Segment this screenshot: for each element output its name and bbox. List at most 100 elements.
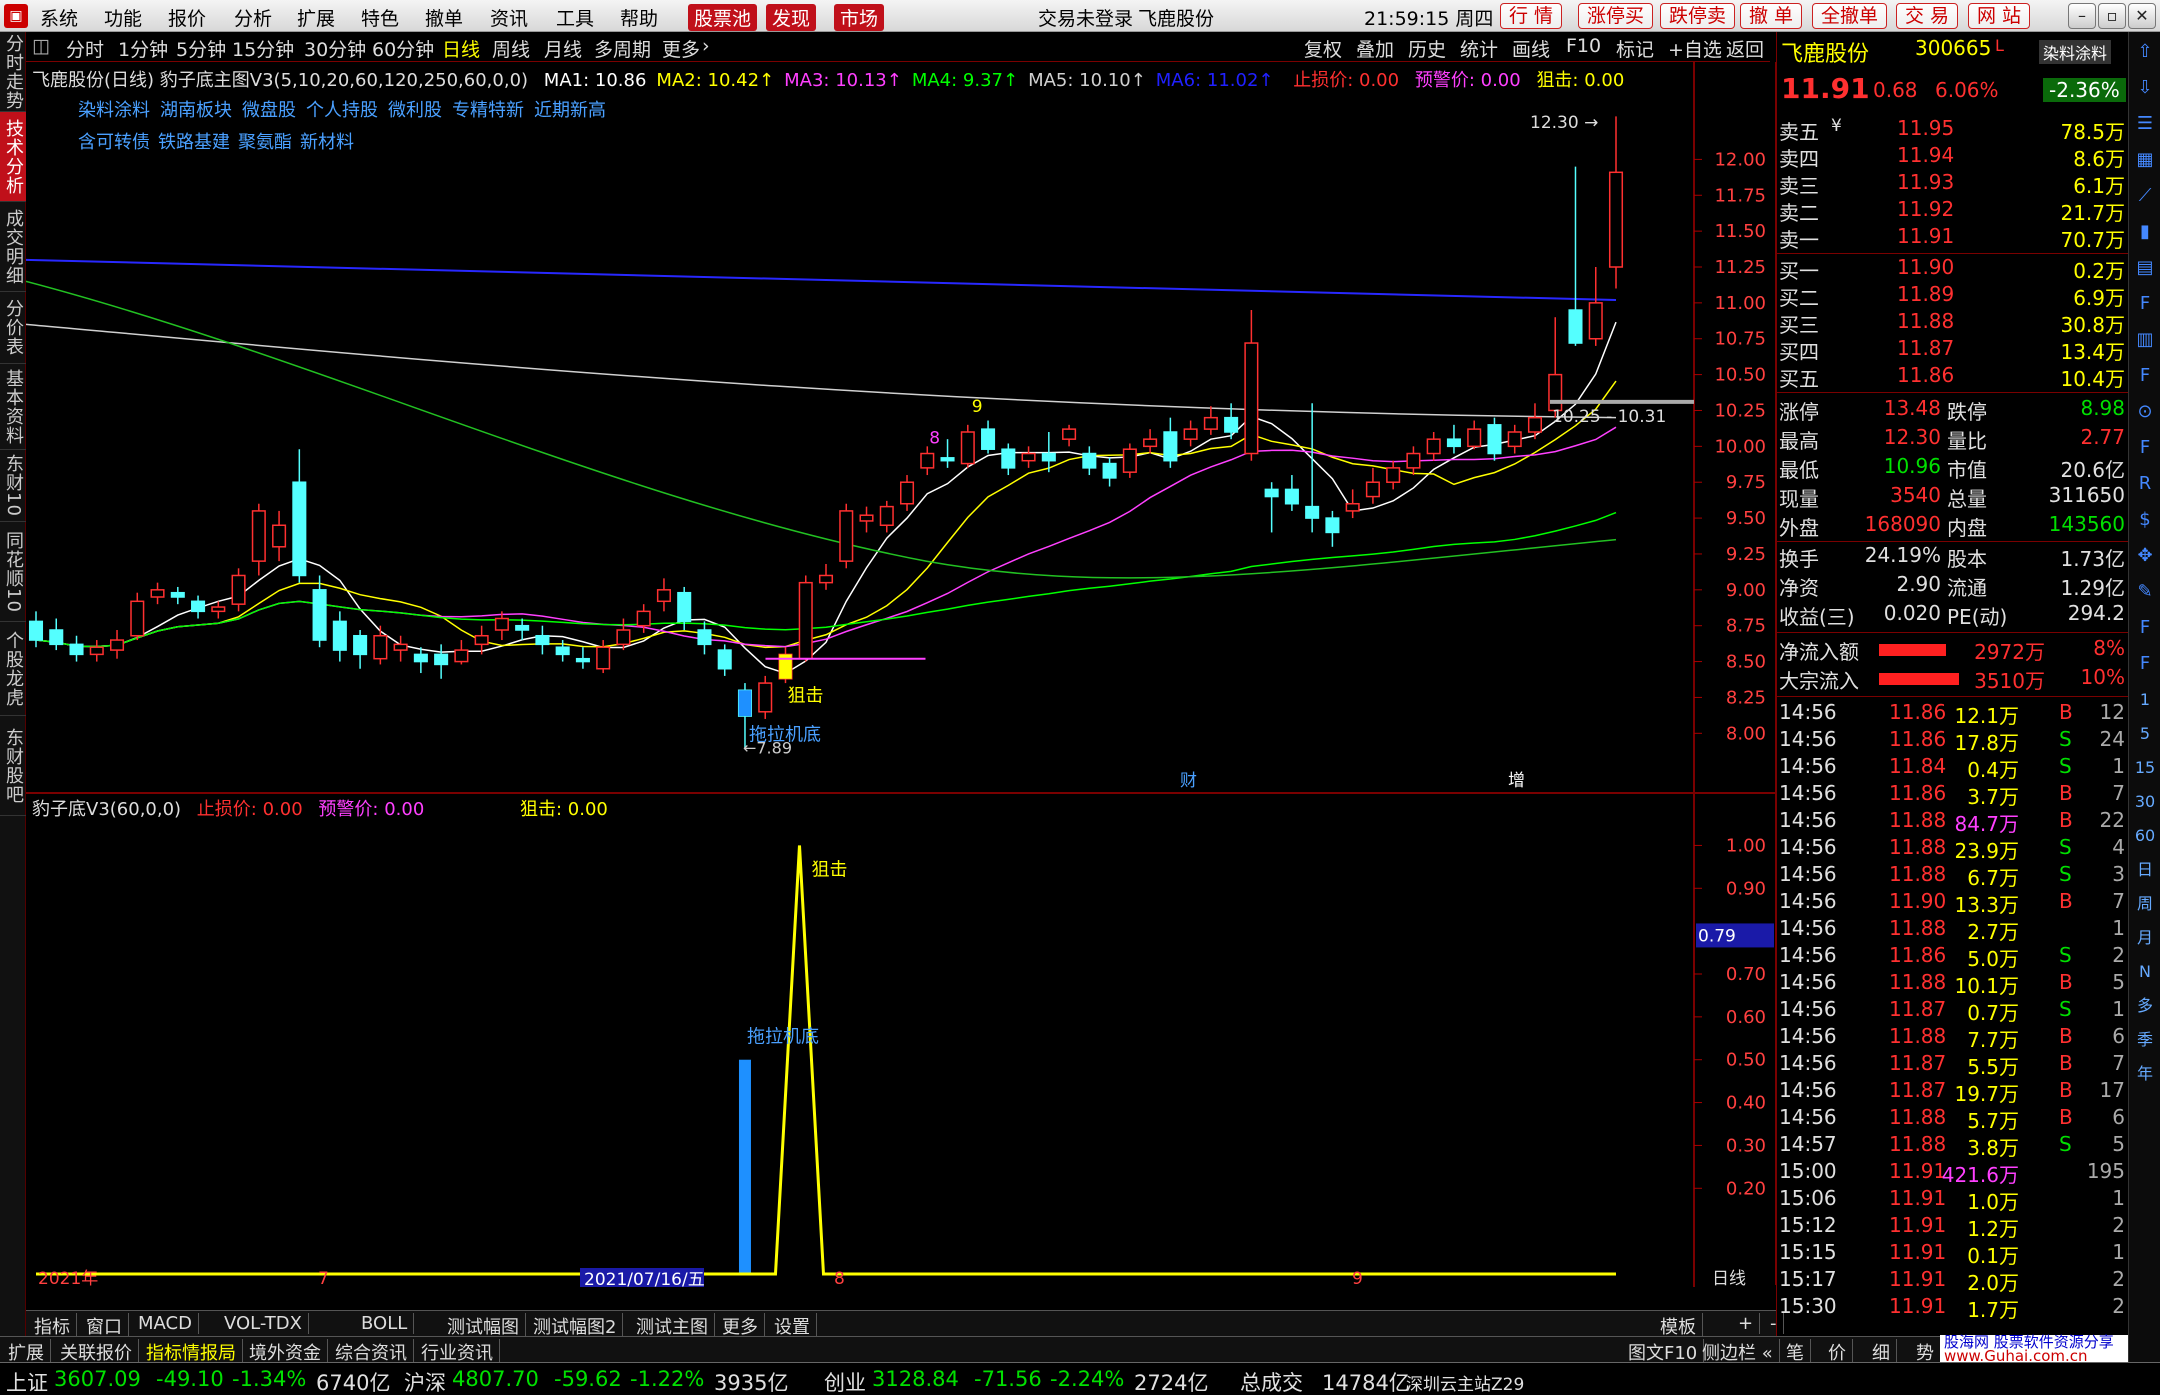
- tag-4[interactable]: 微利股: [388, 100, 442, 121]
- menu-highlight-1[interactable]: 发现: [766, 4, 817, 31]
- f10-icon[interactable]: F: [2133, 292, 2157, 316]
- ask-row-2[interactable]: 卖四 11.94 8.6万: [1777, 143, 2129, 171]
- tag-0[interactable]: 染料涂料: [78, 100, 150, 121]
- tag2-3[interactable]: 新材料: [300, 132, 354, 153]
- period-shortcut-30[interactable]: 30: [2133, 790, 2157, 814]
- chart-icon[interactable]: ⟋: [2133, 184, 2157, 208]
- left-tab-6[interactable]: 同花顺10: [0, 522, 26, 622]
- top-button-6[interactable]: 网 站: [1968, 3, 2031, 29]
- period-shortcut-1[interactable]: 1: [2133, 688, 2157, 712]
- close-icon[interactable]: ✕: [2128, 3, 2156, 29]
- left-tab-7[interactable]: 个股龙虎: [0, 622, 26, 716]
- menu-4[interactable]: 扩展: [297, 4, 335, 31]
- menu-9[interactable]: 帮助: [620, 4, 658, 31]
- main-chart[interactable]: 8.00 8.25 8.50 8.75 9.00 9.25 9.50 9.75 10.00 10.…: [25, 62, 1776, 792]
- f6-icon[interactable]: F: [2133, 652, 2157, 676]
- rsi-icon[interactable]: R: [2133, 472, 2157, 496]
- toolbar-right-6[interactable]: 标记: [1616, 35, 1654, 62]
- left-tab-0[interactable]: 分时走势: [0, 32, 26, 112]
- maximize-icon[interactable]: ▫: [2098, 3, 2126, 29]
- toolbar-right-1[interactable]: 叠加: [1356, 35, 1394, 62]
- tag-2[interactable]: 微盘股: [242, 100, 296, 121]
- top-button-4[interactable]: 全撤单: [1812, 3, 1888, 29]
- bid-row-4[interactable]: 买四 11.87 13.4万: [1777, 336, 2129, 364]
- menu-highlight-2[interactable]: 市场: [834, 4, 885, 31]
- left-tab-8[interactable]: 东财股吧: [0, 716, 26, 816]
- indicator-tab-4[interactable]: BOLL: [355, 1313, 415, 1334]
- period-5[interactable]: 60分钟: [372, 35, 434, 62]
- f5-icon[interactable]: F: [2133, 616, 2157, 640]
- period-shortcut-多[interactable]: 多: [2133, 994, 2157, 1018]
- index-name[interactable]: 创业: [824, 1367, 866, 1395]
- period-2[interactable]: 5分钟: [176, 35, 226, 62]
- period-shortcut-季[interactable]: 季: [2133, 1028, 2157, 1052]
- toolbar-right-4[interactable]: 画线: [1512, 35, 1550, 62]
- index-name[interactable]: 上证: [6, 1367, 48, 1395]
- period-7[interactable]: 周线: [492, 35, 530, 62]
- bid-row-1[interactable]: 买一 11.90 0.2万: [1777, 255, 2129, 283]
- bid-row-5[interactable]: 买五 11.86 10.4万: [1777, 363, 2129, 391]
- arrow-down-icon[interactable]: ⇩: [2133, 76, 2157, 100]
- toolbar-right-8[interactable]: 返回: [1726, 35, 1764, 62]
- period-shortcut-周[interactable]: 周: [2133, 892, 2157, 916]
- toolbar-right-3[interactable]: 统计: [1460, 35, 1498, 62]
- left-tab-2[interactable]: 成交明细: [0, 202, 26, 292]
- period-shortcut-5[interactable]: 5: [2133, 722, 2157, 746]
- period-4[interactable]: 30分钟: [304, 35, 366, 62]
- period-shortcut-年[interactable]: 年: [2133, 1062, 2157, 1086]
- left-tab-1[interactable]: 技术分析: [0, 112, 26, 202]
- list-icon[interactable]: ☰: [2133, 112, 2157, 136]
- bid-row-2[interactable]: 买二 11.89 6.9万: [1777, 282, 2129, 310]
- menu-highlight-0[interactable]: 股票池: [688, 4, 758, 31]
- bid-row-3[interactable]: 买三 11.88 30.8万: [1777, 309, 2129, 337]
- menu-5[interactable]: 特色: [361, 4, 399, 31]
- ask-row-4[interactable]: 卖二 11.92 21.7万: [1777, 197, 2129, 225]
- period-1[interactable]: 1分钟: [118, 35, 168, 62]
- period-shortcut-月[interactable]: 月: [2133, 926, 2157, 950]
- period-0[interactable]: 分时: [66, 35, 104, 62]
- top-button-5[interactable]: 交 易: [1896, 3, 1959, 29]
- period-10[interactable]: 更多: [662, 35, 700, 62]
- indicator-tab-2[interactable]: MACD: [132, 1313, 199, 1334]
- menu-3[interactable]: 分析: [234, 4, 272, 31]
- menu-1[interactable]: 功能: [104, 4, 142, 31]
- sub-indicator-name[interactable]: 豹子底V3(60,0,0): [32, 799, 181, 820]
- toolbar-toggle-icon[interactable]: ◫: [32, 35, 50, 57]
- toolbar-right-5[interactable]: F10: [1566, 35, 1601, 57]
- f2-icon[interactable]: F: [2133, 364, 2157, 388]
- tag-5[interactable]: 专精特新: [452, 100, 524, 121]
- compass-icon[interactable]: ⊙: [2133, 400, 2157, 424]
- tag-3[interactable]: 个人持股: [306, 100, 378, 121]
- period-shortcut-N[interactable]: N: [2133, 960, 2157, 984]
- money-icon[interactable]: $: [2133, 508, 2157, 532]
- f4-icon[interactable]: F: [2133, 436, 2157, 460]
- left-tab-5[interactable]: 东财10: [0, 450, 26, 522]
- top-button-3[interactable]: 撤 单: [1740, 3, 1803, 29]
- period-8[interactable]: 月线: [544, 35, 582, 62]
- ask-row-5[interactable]: 卖一 11.91 70.7万: [1777, 224, 2129, 252]
- sub-chart[interactable]: 1.00 0.90 0.79 0.70 0.60 0.50 0.40 0.30 0.20 狙击 拖拉…: [26, 792, 1776, 1290]
- top-button-0[interactable]: 行 情: [1500, 3, 1563, 29]
- indicator-tab-3[interactable]: VOL-TDX: [218, 1313, 309, 1334]
- toolbar-right-2[interactable]: 历史: [1408, 35, 1446, 62]
- menu-0[interactable]: 系统: [40, 4, 78, 31]
- ask-row-3[interactable]: 卖三 11.93 6.1万: [1777, 170, 2129, 198]
- period-shortcut-60[interactable]: 60: [2133, 824, 2157, 848]
- period-6[interactable]: 日线: [442, 35, 480, 62]
- pen-icon[interactable]: ✎: [2133, 580, 2157, 604]
- tag-6[interactable]: 近期新高: [534, 100, 606, 121]
- tag-1[interactable]: 湖南板块: [160, 100, 232, 121]
- template-tab-1[interactable]: +: [1732, 1313, 1761, 1334]
- ask-row-1[interactable]: 卖五 ¥11.95 78.5万: [1777, 116, 2129, 144]
- grid-icon[interactable]: ▦: [2133, 148, 2157, 172]
- tag2-2[interactable]: 聚氨酯: [238, 132, 292, 153]
- bar-icon[interactable]: ▥: [2133, 328, 2157, 352]
- tag2-1[interactable]: 铁路基建: [158, 132, 230, 153]
- menu-7[interactable]: 资讯: [490, 4, 528, 31]
- menu-6[interactable]: 撤单: [425, 4, 463, 31]
- sector-button[interactable]: 染料涂料: [2039, 40, 2112, 64]
- server-site[interactable]: 深圳云主站Z29: [1406, 1370, 1524, 1395]
- period-3[interactable]: 15分钟: [232, 35, 294, 62]
- toolbar-right-0[interactable]: 复权: [1304, 35, 1342, 62]
- indicator-name[interactable]: 豹子底主图V3(5,10,20,60,120,250,60,0,0): [160, 70, 528, 91]
